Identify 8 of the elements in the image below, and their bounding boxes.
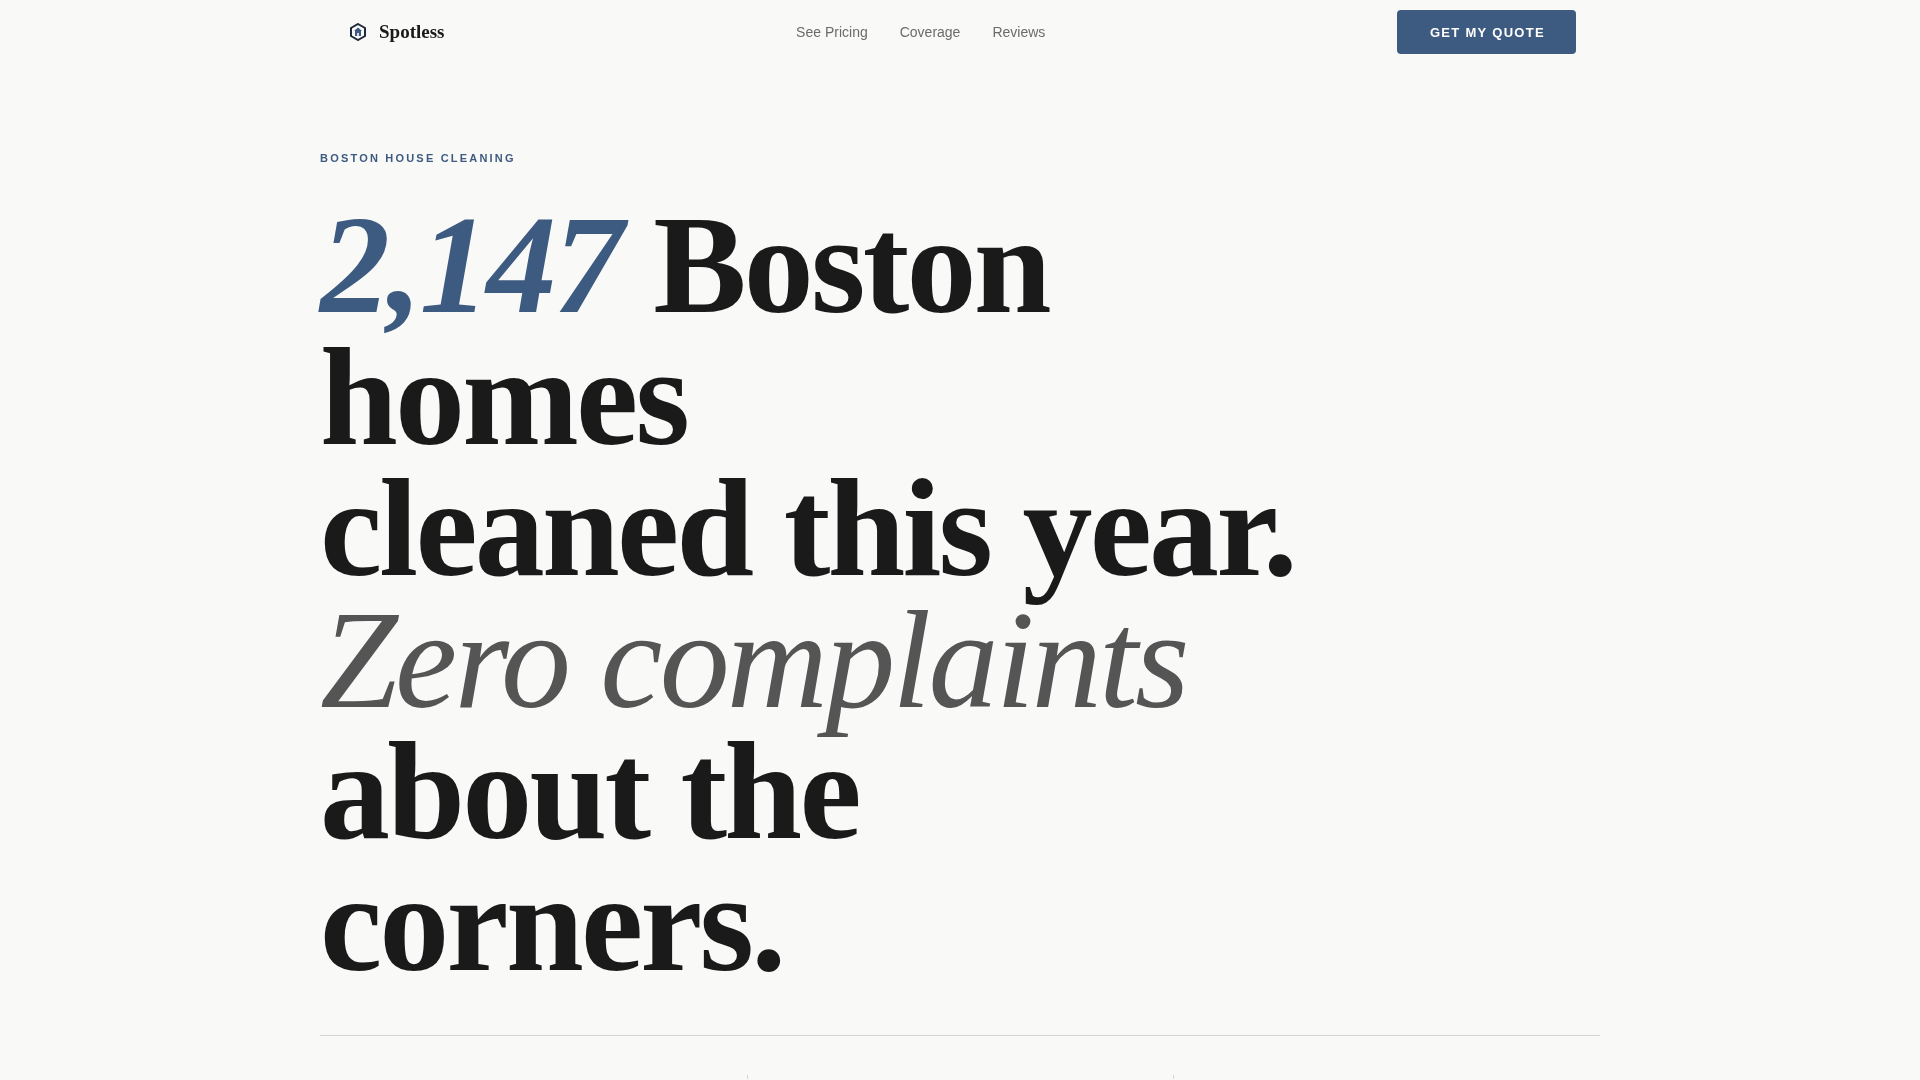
brand-name[interactable]: Spotless xyxy=(379,21,445,43)
headline: 2,147 Boston homes cleaned this year. Zero complaints about the corners. xyxy=(320,199,1296,989)
hexagon-house-logo-icon xyxy=(349,23,367,41)
nav-link[interactable]: Reviews xyxy=(992,24,1046,40)
eyebrow-label: BOSTON HOUSE CLEANING xyxy=(320,151,516,165)
nav-link[interactable]: Coverage xyxy=(899,24,961,40)
get-quote-button[interactable]: GET MY QUOTE xyxy=(1396,10,1576,54)
nav-link[interactable]: See Pricing xyxy=(796,24,868,40)
